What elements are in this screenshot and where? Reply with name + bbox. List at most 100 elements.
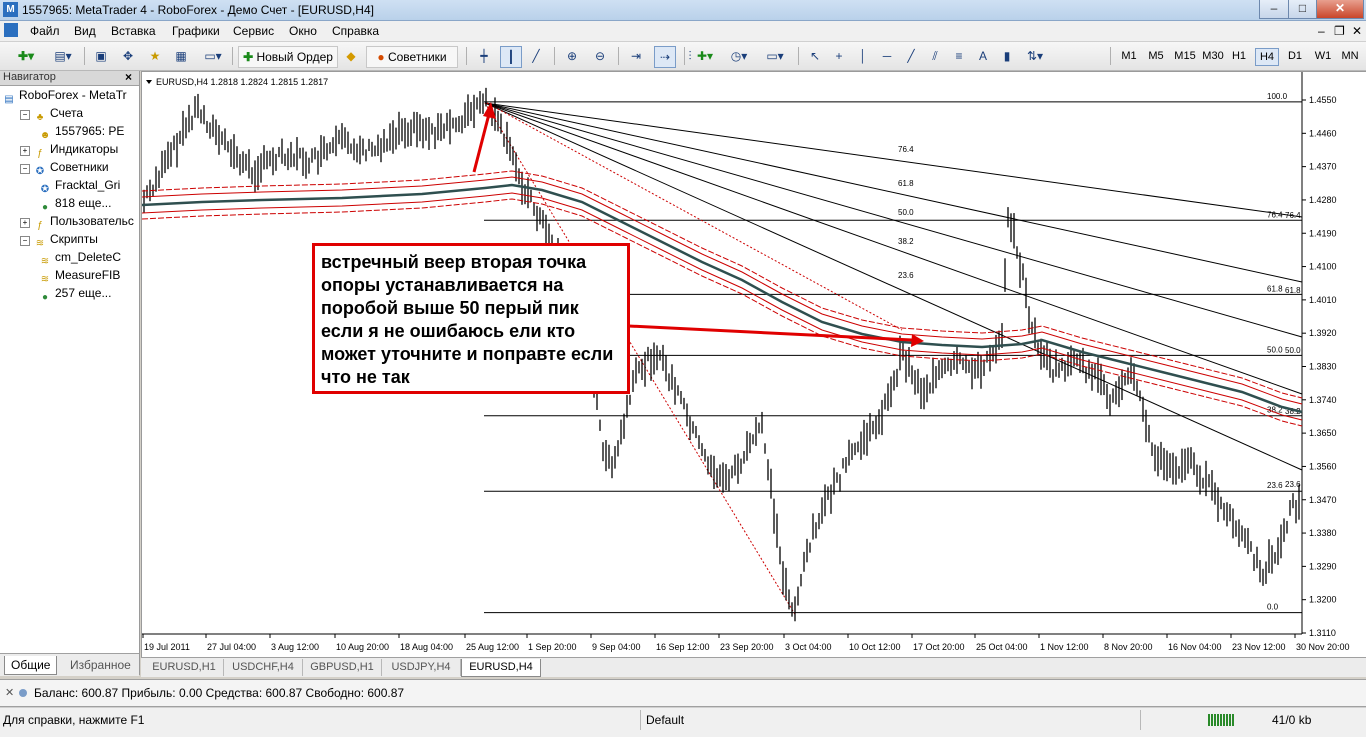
terminal-close-icon[interactable]: ✕ (5, 686, 14, 699)
chart-tab-usdchf-h4[interactable]: USDCHF,H4 (224, 659, 303, 676)
data-window-icon[interactable]: ✥ (117, 46, 139, 66)
chart-tab-usdjpy-h4[interactable]: USDJPY,H4 (382, 659, 461, 676)
new-order-button[interactable]: ✚ Новый Ордер (238, 46, 338, 68)
nav-item[interactable]: ≋ MeasureFIB (0, 268, 139, 286)
navigator-close-button[interactable]: × (125, 70, 132, 84)
nav-item[interactable]: − ♣ Счета (0, 106, 139, 124)
vertical-line-icon[interactable]: │ (854, 46, 872, 66)
templates-icon[interactable]: ▭▾ (760, 46, 790, 66)
new-chart-icon[interactable]: ✚▾ (8, 46, 44, 66)
indicator-icon: ƒ (37, 148, 43, 159)
nav-item[interactable]: ● 818 еще... (0, 196, 139, 214)
timeframe-m1[interactable]: M1 (1118, 48, 1140, 64)
nav-item[interactable]: − ✪ Советники (0, 160, 139, 178)
candlestick-icon[interactable]: ┃ (500, 46, 522, 68)
crosshair-icon[interactable]: + (830, 46, 848, 66)
nav-tab-favorites[interactable]: Избранное (64, 656, 137, 674)
navigator-icon[interactable]: ★ (144, 46, 166, 66)
market-watch-icon[interactable]: ▣ (90, 46, 112, 66)
text-tool-icon[interactable]: A (974, 46, 992, 66)
tree-expander-icon[interactable]: − (20, 236, 30, 246)
menu-view[interactable]: Вид (74, 24, 96, 38)
timeframe-mn[interactable]: MN (1339, 48, 1361, 64)
indicator-icon: ƒ (37, 220, 43, 231)
tree-expander-icon[interactable]: − (20, 164, 30, 174)
child-minimize-button[interactable]: – (1318, 24, 1325, 38)
menu-tools[interactable]: Сервис (233, 24, 274, 38)
navigator-panel: Навигатор × ▤ RoboForex - MetaTr − ♣ Счета ☻ 1… (0, 70, 140, 676)
zoom-in-icon[interactable]: ⊕ (562, 46, 582, 66)
nav-item[interactable]: ✪ Fracktal_Gri (0, 178, 139, 196)
tester-icon[interactable]: ▭▾ (199, 46, 227, 66)
arrows-tool-icon[interactable]: ⇅▾ (1022, 46, 1048, 66)
menu-help[interactable]: Справка (332, 24, 379, 38)
periods-icon[interactable]: ◷▾ (724, 46, 754, 66)
nav-item[interactable]: ≋ cm_DeleteC (0, 250, 139, 268)
close-button[interactable]: ✕ (1316, 0, 1364, 19)
script-icon: ≋ (35, 238, 45, 249)
chart-window[interactable]: EURUSD,H4 1.2818 1.2824 1.2815 1.2817 1.4… (141, 71, 1366, 659)
fib-level-label: 50.0 (1267, 345, 1283, 354)
line-chart-icon[interactable]: ╱ (526, 46, 546, 66)
child-restore-button[interactable]: ❐ (1334, 24, 1345, 38)
menu-file[interactable]: Файл (30, 24, 60, 38)
channel-icon[interactable]: ⫽ (926, 46, 944, 66)
nav-item[interactable]: − ≋ Скрипты (0, 232, 139, 250)
maximize-button[interactable]: □ (1288, 0, 1317, 19)
nav-item-label: 1557965: PE (55, 124, 125, 138)
nav-item-label: Пользовательс (50, 214, 134, 228)
nav-item[interactable]: ☻ 1557965: PE (0, 124, 139, 142)
globe-icon: ● (41, 292, 49, 303)
chart-tab-eurusd-h4[interactable]: EURUSD,H4 (461, 659, 541, 677)
timeframe-h4[interactable]: H4 (1255, 48, 1279, 66)
profiles-icon[interactable]: ▤▾ (48, 46, 78, 66)
trendline-icon[interactable]: ╱ (902, 46, 920, 66)
timeframe-w1[interactable]: W1 (1312, 48, 1334, 64)
nav-tab-common[interactable]: Общие (4, 656, 58, 675)
terminal-icon[interactable]: ▦ (170, 46, 192, 66)
child-close-button[interactable]: ✕ (1352, 24, 1362, 38)
fibo-icon[interactable]: ≡ (950, 46, 968, 66)
timeframe-m15[interactable]: M15 (1172, 48, 1198, 64)
zoom-out-icon[interactable]: ⊖ (590, 46, 610, 66)
script-icon: ≋ (40, 274, 50, 285)
price-tick-label: 1.3650 (1309, 428, 1337, 438)
nav-item[interactable]: ● 257 еще... (0, 286, 139, 304)
navigator-title: Навигатор (3, 71, 56, 83)
menu-window[interactable]: Окно (289, 24, 317, 38)
timeframe-d1[interactable]: D1 (1284, 48, 1306, 64)
nav-item[interactable]: ▤ RoboForex - MetaTr (0, 88, 139, 106)
status-profile: Default (646, 713, 685, 727)
chart-shift-icon[interactable]: ⇥ (626, 46, 646, 66)
timeframe-m30[interactable]: M30 (1200, 48, 1226, 64)
time-tick-label: 1 Nov 12:00 (1040, 642, 1089, 652)
menu-insert[interactable]: Вставка (111, 24, 156, 38)
tree-expander-icon[interactable]: − (20, 110, 30, 120)
window-title: 1557965: MetaTrader 4 - RoboForex - Демо… (22, 3, 374, 17)
time-tick-label: 10 Oct 12:00 (849, 642, 901, 652)
timeframe-m5[interactable]: M5 (1145, 48, 1167, 64)
price-tick-label: 1.4280 (1309, 195, 1337, 205)
minimize-button[interactable]: – (1259, 0, 1289, 19)
horizontal-line-icon[interactable]: ─ (878, 46, 896, 66)
experts-button[interactable]: ● Советники (366, 46, 458, 68)
balance-line: Баланс: 600.87 Прибыль: 0.00 Средства: 6… (34, 686, 405, 700)
nav-item[interactable]: + ƒ Пользовательс (0, 214, 139, 232)
chart-tab-gbpusd-h1[interactable]: GBPUSD,H1 (303, 659, 382, 676)
menu-charts[interactable]: Графики (172, 24, 220, 38)
metaeditor-icon[interactable]: ◆ (342, 46, 360, 66)
timeframe-h1[interactable]: H1 (1229, 48, 1249, 64)
indicators-icon[interactable]: ✚▾ (690, 46, 720, 66)
child-window-icon[interactable] (4, 23, 18, 37)
tree-expander-icon[interactable]: + (20, 146, 30, 156)
chart-header-text: EURUSD,H4 1.2818 1.2824 1.2815 1.2817 (156, 77, 328, 87)
bar-chart-icon[interactable]: ┿ (474, 46, 494, 66)
tree-expander-icon[interactable]: + (20, 218, 30, 228)
nav-item[interactable]: + ƒ Индикаторы (0, 142, 139, 160)
new-order-icon: ✚ (243, 50, 257, 64)
chart-tab-eurusd-h1[interactable]: EURUSD,H1 (145, 659, 224, 676)
chart-header-arrow-icon (146, 80, 152, 84)
label-tool-icon[interactable]: ▮ (998, 46, 1016, 66)
cursor-icon[interactable]: ↖ (806, 46, 824, 66)
auto-scroll-icon[interactable]: ⇢ (654, 46, 676, 68)
